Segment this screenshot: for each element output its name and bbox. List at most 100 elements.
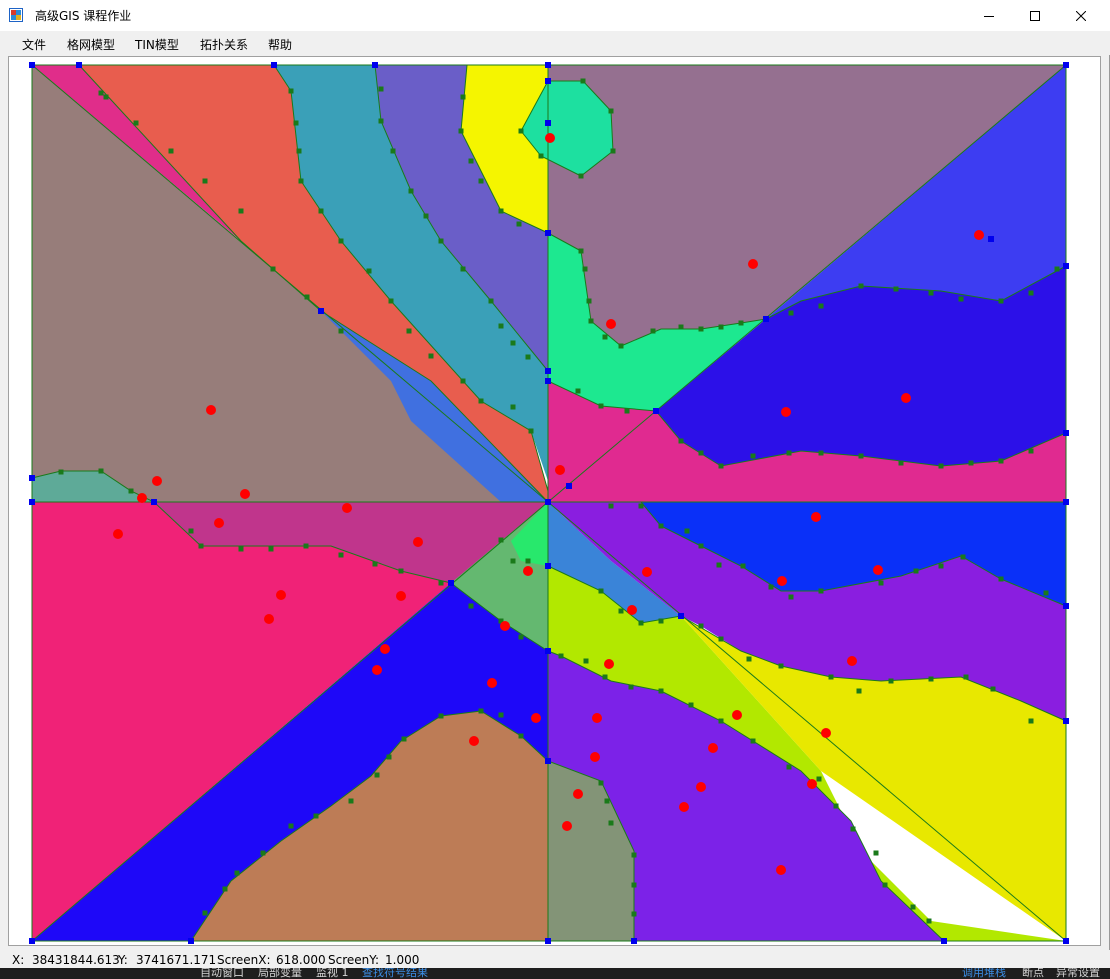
boundary-vertex — [1063, 62, 1069, 68]
contour-vertex — [460, 266, 466, 272]
contour-vertex — [716, 562, 722, 568]
close-icon — [1076, 10, 1086, 21]
sample-point — [590, 752, 600, 762]
background-tab: 断点 — [1022, 967, 1044, 979]
contour-vertex — [498, 537, 504, 543]
menu-file[interactable]: 文件 — [22, 36, 46, 53]
contour-vertex — [293, 120, 299, 126]
menu-topology[interactable]: 拓扑关系 — [200, 36, 248, 53]
background-tab: 异常设置 — [1056, 967, 1100, 979]
contour-vertex — [938, 563, 944, 569]
sample-point — [627, 605, 637, 615]
sample-point — [276, 590, 286, 600]
contour-vertex — [738, 320, 744, 326]
contour-vertex — [288, 88, 294, 94]
contour-vertex — [578, 248, 584, 254]
contour-vertex — [188, 528, 194, 534]
contour-vertex — [398, 568, 404, 574]
contour-vertex — [893, 286, 899, 292]
contour-vertex — [746, 656, 752, 662]
sample-point — [974, 230, 984, 240]
boundary-vertex — [545, 62, 551, 68]
sample-point — [592, 713, 602, 723]
contour-vertex — [1028, 290, 1034, 296]
contour-vertex — [133, 120, 139, 126]
contour-vertex — [768, 584, 774, 590]
contour-vertex — [1028, 448, 1034, 454]
contour-vertex — [598, 403, 604, 409]
contour-vertex — [878, 580, 884, 586]
sample-point — [469, 736, 479, 746]
contour-vertex — [378, 118, 384, 124]
contour-vertex — [926, 918, 932, 924]
minimize-button[interactable] — [966, 0, 1012, 31]
boundary-vertex — [545, 938, 551, 944]
menu-grid-model[interactable]: 格网模型 — [67, 36, 115, 53]
boundary-vertex — [566, 483, 572, 489]
screen-x-label: ScreenX: — [217, 953, 271, 967]
contour-vertex — [858, 283, 864, 289]
contour-vertex — [234, 870, 240, 876]
contour-vertex — [498, 208, 504, 214]
contour-vertex — [638, 503, 644, 509]
close-button[interactable] — [1058, 0, 1104, 31]
contour-vertex — [718, 718, 724, 724]
x-coordinate: 38431844.613 — [32, 953, 120, 967]
contour-vertex — [222, 886, 228, 892]
contour-vertex — [786, 764, 792, 770]
contour-vertex — [778, 663, 784, 669]
contour-vertex — [698, 623, 704, 629]
contour-vertex — [833, 803, 839, 809]
menu-help[interactable]: 帮助 — [268, 36, 292, 53]
contour-vertex — [604, 798, 610, 804]
contour-vertex — [303, 543, 309, 549]
title-bar[interactable]: 高级GIS 课程作业 — [0, 0, 1110, 31]
boundary-vertex — [941, 938, 947, 944]
contour-vertex — [478, 708, 484, 714]
contour-vertex — [128, 488, 134, 494]
sample-point — [811, 512, 821, 522]
window-title: 高级GIS 课程作业 — [35, 9, 132, 23]
contour-vertex — [270, 266, 276, 272]
contour-vertex — [338, 552, 344, 558]
sample-point — [821, 728, 831, 738]
contour-vertex — [304, 294, 310, 300]
sample-point — [901, 393, 911, 403]
sample-point — [487, 678, 497, 688]
sample-point — [642, 567, 652, 577]
contour-vertex — [998, 298, 1004, 304]
contour-vertex — [610, 148, 616, 154]
screen-x-value: 618.000 — [276, 953, 326, 967]
contour-vertex — [624, 408, 630, 414]
contour-vertex — [488, 298, 494, 304]
menu-tin-model[interactable]: TIN模型 — [135, 36, 179, 53]
boundary-vertex — [545, 378, 551, 384]
boundary-vertex — [372, 62, 378, 68]
contour-vertex — [583, 658, 589, 664]
contour-vertex — [678, 438, 684, 444]
voronoi-map[interactable] — [9, 57, 1100, 945]
contour-vertex — [608, 108, 614, 114]
boundary-vertex — [545, 563, 551, 569]
status-bar: X: 38431844.613 Y: 3741671.171 ScreenX: … — [0, 950, 1110, 968]
contour-vertex — [990, 686, 996, 692]
contour-vertex — [698, 326, 704, 332]
sample-point — [413, 537, 423, 547]
contour-vertex — [438, 580, 444, 586]
maximize-icon — [1030, 10, 1040, 21]
boundary-vertex — [271, 62, 277, 68]
contour-vertex — [998, 458, 1004, 464]
contour-vertex — [588, 318, 594, 324]
contour-vertex — [698, 543, 704, 549]
contour-vertex — [525, 354, 531, 360]
contour-vertex — [631, 852, 637, 858]
boundary-vertex — [29, 62, 35, 68]
contour-vertex — [650, 328, 656, 334]
y-label: Y: — [118, 953, 128, 967]
maximize-button[interactable] — [1012, 0, 1058, 31]
contour-vertex — [423, 213, 429, 219]
contour-vertex — [510, 558, 516, 564]
map-canvas[interactable] — [8, 56, 1101, 946]
contour-vertex — [658, 523, 664, 529]
contour-vertex — [288, 823, 294, 829]
